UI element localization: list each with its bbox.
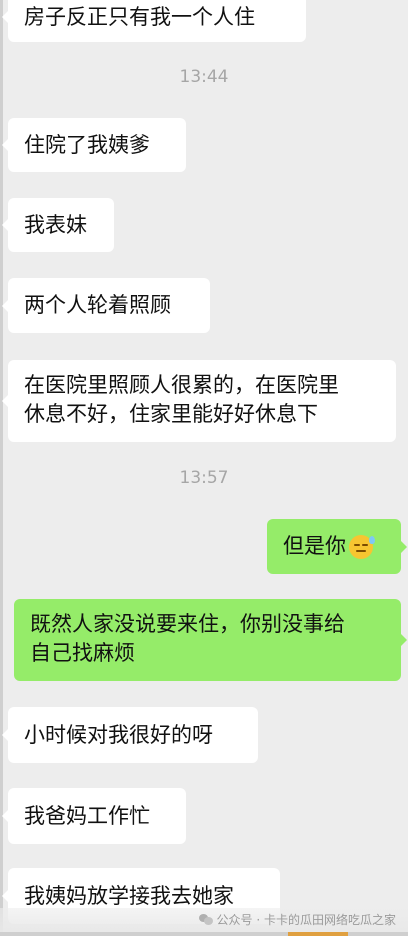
wechat-icon	[198, 914, 213, 925]
message-text-line: 自己找麻烦	[30, 641, 135, 665]
message-bubble-incoming[interactable]: 房子反正只有我一个人住	[2, 0, 306, 42]
message-bubble-incoming[interactable]: 在医院里照顾人很累的，在医院里 休息不好，住家里能好好休息下	[2, 360, 396, 442]
chat-message-list[interactable]: 房子反正只有我一个人住 13:44 住院了我姨爹 我表妹 两个人轮着照顾 在医院…	[0, 0, 408, 936]
message-bubble-incoming[interactable]: 我爸妈工作忙	[2, 788, 186, 844]
message-bubble-outgoing[interactable]: 但是你	[267, 519, 407, 574]
watermark-text: 公众号 · 卡卡的瓜田网络吃瓜之家	[216, 913, 396, 927]
timestamp: 13:57	[179, 468, 229, 488]
message-text: 房子反正只有我一个人住	[24, 4, 255, 29]
message-text-line: 休息不好，住家里能好好休息下	[24, 402, 318, 426]
accent-bar	[288, 932, 348, 936]
message-bubble-incoming[interactable]: 住院了我姨爹	[2, 118, 186, 172]
message-bubble-incoming[interactable]: 小时候对我很好的呀	[2, 707, 258, 763]
message-text: 我表妹	[24, 212, 87, 237]
message-bubble-incoming[interactable]: 两个人轮着照顾	[2, 278, 210, 333]
message-bubble-outgoing[interactable]: 既然人家没说要来住，你别没事给 自己找麻烦	[14, 599, 407, 681]
watermark-footer: 公众号 · 卡卡的瓜田网络吃瓜之家	[0, 908, 408, 936]
watermark: 公众号 · 卡卡的瓜田网络吃瓜之家	[198, 911, 396, 928]
timestamp: 13:44	[179, 67, 229, 87]
message-text: 小时候对我很好的呀	[24, 722, 213, 747]
message-text-line: 既然人家没说要来住，你别没事给	[30, 612, 345, 636]
message-text: 我爸妈工作忙	[24, 803, 150, 828]
message-text: 住院了我姨爹	[24, 132, 150, 157]
message-text: 两个人轮着照顾	[24, 293, 171, 317]
message-text: 但是你	[283, 534, 346, 558]
message-bubble-incoming[interactable]: 我表妹	[2, 198, 114, 252]
message-text: 我姨妈放学接我去她家	[24, 883, 234, 908]
sweat-smile-emoji-icon	[349, 534, 375, 559]
message-text-line: 在医院里照顾人很累的，在医院里	[24, 373, 339, 397]
